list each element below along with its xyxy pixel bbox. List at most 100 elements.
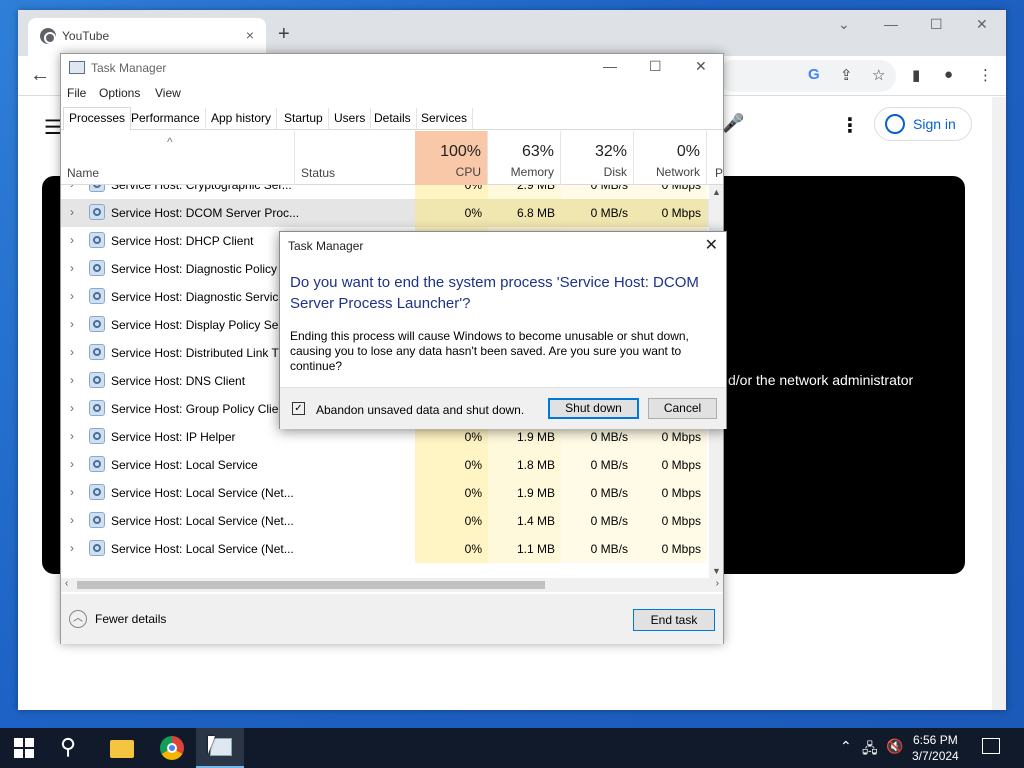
column-disk[interactable]: 32% Disk bbox=[561, 131, 634, 185]
chevron-up-icon: ︿ bbox=[69, 610, 87, 628]
column-power[interactable]: P bbox=[715, 166, 723, 180]
scroll-up-icon[interactable]: ▲ bbox=[712, 187, 721, 197]
scroll-down-icon[interactable]: ▼ bbox=[712, 566, 721, 576]
cpu-cell: 0% bbox=[464, 430, 482, 444]
tab-processes[interactable]: Processes bbox=[63, 107, 132, 131]
tab-performance[interactable]: Performance bbox=[126, 108, 206, 130]
horizontal-scrollbar[interactable]: ‹ › bbox=[61, 578, 723, 592]
minimize-button[interactable]: — bbox=[603, 58, 617, 74]
sign-in-button[interactable]: Sign in bbox=[874, 107, 972, 141]
menu-options[interactable]: Options bbox=[99, 86, 140, 100]
task-manager-footer: ︿ Fewer details End task bbox=[61, 594, 723, 644]
expand-chevron-icon[interactable]: › bbox=[70, 485, 74, 499]
tab-details[interactable]: Details bbox=[369, 108, 417, 130]
disk-cell: 0 MB/s bbox=[590, 514, 628, 528]
back-icon[interactable]: ← bbox=[30, 64, 50, 87]
expand-chevron-icon[interactable]: › bbox=[70, 541, 74, 555]
table-row[interactable]: 0% 1.1 MB 0 MB/s 0 Mbps › Service Host: Local… bbox=[61, 535, 709, 563]
column-status[interactable]: Status bbox=[301, 166, 335, 180]
tab-title: YouTube bbox=[62, 29, 110, 43]
window-title: Task Manager bbox=[91, 61, 167, 75]
cancel-button[interactable]: Cancel bbox=[648, 398, 717, 419]
file-explorer-icon[interactable] bbox=[110, 740, 134, 758]
abandon-data-label[interactable]: Abandon unsaved data and shut down. bbox=[316, 403, 524, 417]
tab-close-icon[interactable]: × bbox=[246, 27, 254, 43]
expand-chevron-icon[interactable]: › bbox=[70, 261, 74, 275]
more-options-icon[interactable]: ⋮ bbox=[840, 113, 860, 138]
close-window-button[interactable]: ✕ bbox=[695, 58, 707, 75]
show-hidden-icons-icon[interactable]: ⌃ bbox=[840, 738, 852, 755]
new-tab-button[interactable]: + bbox=[278, 24, 290, 44]
fewer-details-button[interactable]: ︿ Fewer details bbox=[69, 610, 166, 628]
menu-file[interactable]: File bbox=[67, 86, 86, 100]
tab-app-history[interactable]: App history bbox=[206, 108, 278, 130]
maximize-button[interactable]: ☐ bbox=[930, 16, 943, 33]
memory-percent: 63% bbox=[521, 143, 554, 160]
table-row[interactable]: 0% 1.8 MB 0 MB/s 0 Mbps › Service Host: Local… bbox=[61, 451, 709, 479]
minimize-button[interactable]: — bbox=[884, 16, 898, 32]
scroll-right-icon[interactable]: › bbox=[716, 578, 719, 589]
horizontal-scroll-thumb[interactable] bbox=[77, 581, 545, 589]
clock-date: 3/7/2024 bbox=[912, 749, 959, 763]
expand-chevron-icon[interactable]: › bbox=[70, 185, 74, 191]
microphone-icon[interactable]: 🎤 bbox=[722, 113, 744, 134]
expand-chevron-icon[interactable]: › bbox=[70, 401, 74, 415]
expand-chevron-icon[interactable]: › bbox=[70, 457, 74, 471]
table-row[interactable]: 0% 6.8 MB 0 MB/s 0 Mbps › Service Host: DCOM … bbox=[61, 199, 709, 227]
tab-youtube[interactable]: YouTube × bbox=[28, 18, 266, 56]
cpu-label: CPU bbox=[455, 165, 481, 179]
profile-icon[interactable]: ● bbox=[944, 66, 953, 83]
search-icon[interactable]: ⚲ bbox=[60, 734, 76, 760]
tab-startup[interactable]: Startup bbox=[279, 108, 329, 130]
bookmark-star-icon[interactable]: ☆ bbox=[872, 66, 885, 84]
process-name: Service Host: DCOM Server Proc... bbox=[111, 206, 300, 220]
column-memory[interactable]: 63% Memory bbox=[488, 131, 561, 185]
column-network[interactable]: 0% Network bbox=[634, 131, 707, 185]
service-gear-icon bbox=[89, 484, 105, 500]
expand-chevron-icon[interactable]: › bbox=[70, 317, 74, 331]
tab-search-icon[interactable]: ⌄ bbox=[838, 16, 850, 33]
expand-chevron-icon[interactable]: › bbox=[70, 205, 74, 219]
table-row[interactable]: 0% 1.9 MB 0 MB/s 0 Mbps › Service Host: Local… bbox=[61, 479, 709, 507]
abandon-data-checkbox[interactable]: ✓ bbox=[292, 402, 305, 415]
column-cpu[interactable]: 100% CPU bbox=[415, 131, 488, 185]
memory-cell: 1.9 MB bbox=[516, 486, 555, 500]
network-cell: 0 Mbps bbox=[661, 206, 701, 220]
menu-view[interactable]: View bbox=[155, 86, 181, 100]
end-task-button[interactable]: End task bbox=[633, 609, 715, 631]
maximize-button[interactable]: ☐ bbox=[649, 58, 662, 75]
start-button[interactable] bbox=[14, 738, 34, 758]
volume-muted-icon[interactable]: 🔇 bbox=[886, 738, 903, 755]
chrome-icon[interactable] bbox=[160, 736, 184, 760]
expand-chevron-icon[interactable]: › bbox=[70, 289, 74, 303]
google-icon[interactable]: G bbox=[808, 66, 820, 83]
table-row[interactable]: 0% 2.9 MB 0 MB/s 0 Mbps › Service Host: Crypt… bbox=[61, 185, 709, 199]
side-panel-icon[interactable]: ▮ bbox=[912, 66, 920, 84]
expand-chevron-icon[interactable]: › bbox=[70, 345, 74, 359]
address-bar[interactable] bbox=[718, 60, 896, 92]
network-cell: 0 Mbps bbox=[661, 486, 701, 500]
tab-users[interactable]: Users bbox=[329, 108, 372, 130]
notification-center-icon[interactable] bbox=[982, 738, 1000, 754]
process-name: Service Host: IP Helper bbox=[111, 430, 236, 444]
page-scrollbar[interactable] bbox=[992, 97, 1006, 710]
share-icon[interactable]: ⇪ bbox=[840, 66, 853, 84]
shut-down-button[interactable]: Shut down bbox=[548, 398, 639, 419]
process-name: Service Host: Local Service (Net... bbox=[111, 514, 294, 528]
task-manager-titlebar[interactable]: Task Manager — ☐ ✕ bbox=[61, 54, 723, 82]
scroll-left-icon[interactable]: ‹ bbox=[65, 578, 68, 589]
expand-chevron-icon[interactable]: › bbox=[70, 373, 74, 387]
dialog-close-icon[interactable]: ✕ bbox=[705, 235, 718, 255]
table-row[interactable]: 0% 1.4 MB 0 MB/s 0 Mbps › Service Host: Local… bbox=[61, 507, 709, 535]
network-icon[interactable]: 🖧 bbox=[862, 738, 878, 762]
expand-chevron-icon[interactable]: › bbox=[70, 233, 74, 247]
expand-chevron-icon[interactable]: › bbox=[70, 429, 74, 443]
network-cell: 0 Mbps bbox=[661, 185, 701, 192]
close-window-button[interactable]: ✕ bbox=[976, 16, 988, 33]
service-gear-icon bbox=[89, 512, 105, 528]
clock[interactable]: 6:56 PM 3/7/2024 bbox=[912, 732, 959, 764]
chrome-menu-icon[interactable]: ⋮ bbox=[978, 66, 993, 84]
expand-chevron-icon[interactable]: › bbox=[70, 513, 74, 527]
process-name: Service Host: Distributed Link Tr... bbox=[111, 346, 292, 360]
tab-services[interactable]: Services bbox=[416, 108, 474, 130]
